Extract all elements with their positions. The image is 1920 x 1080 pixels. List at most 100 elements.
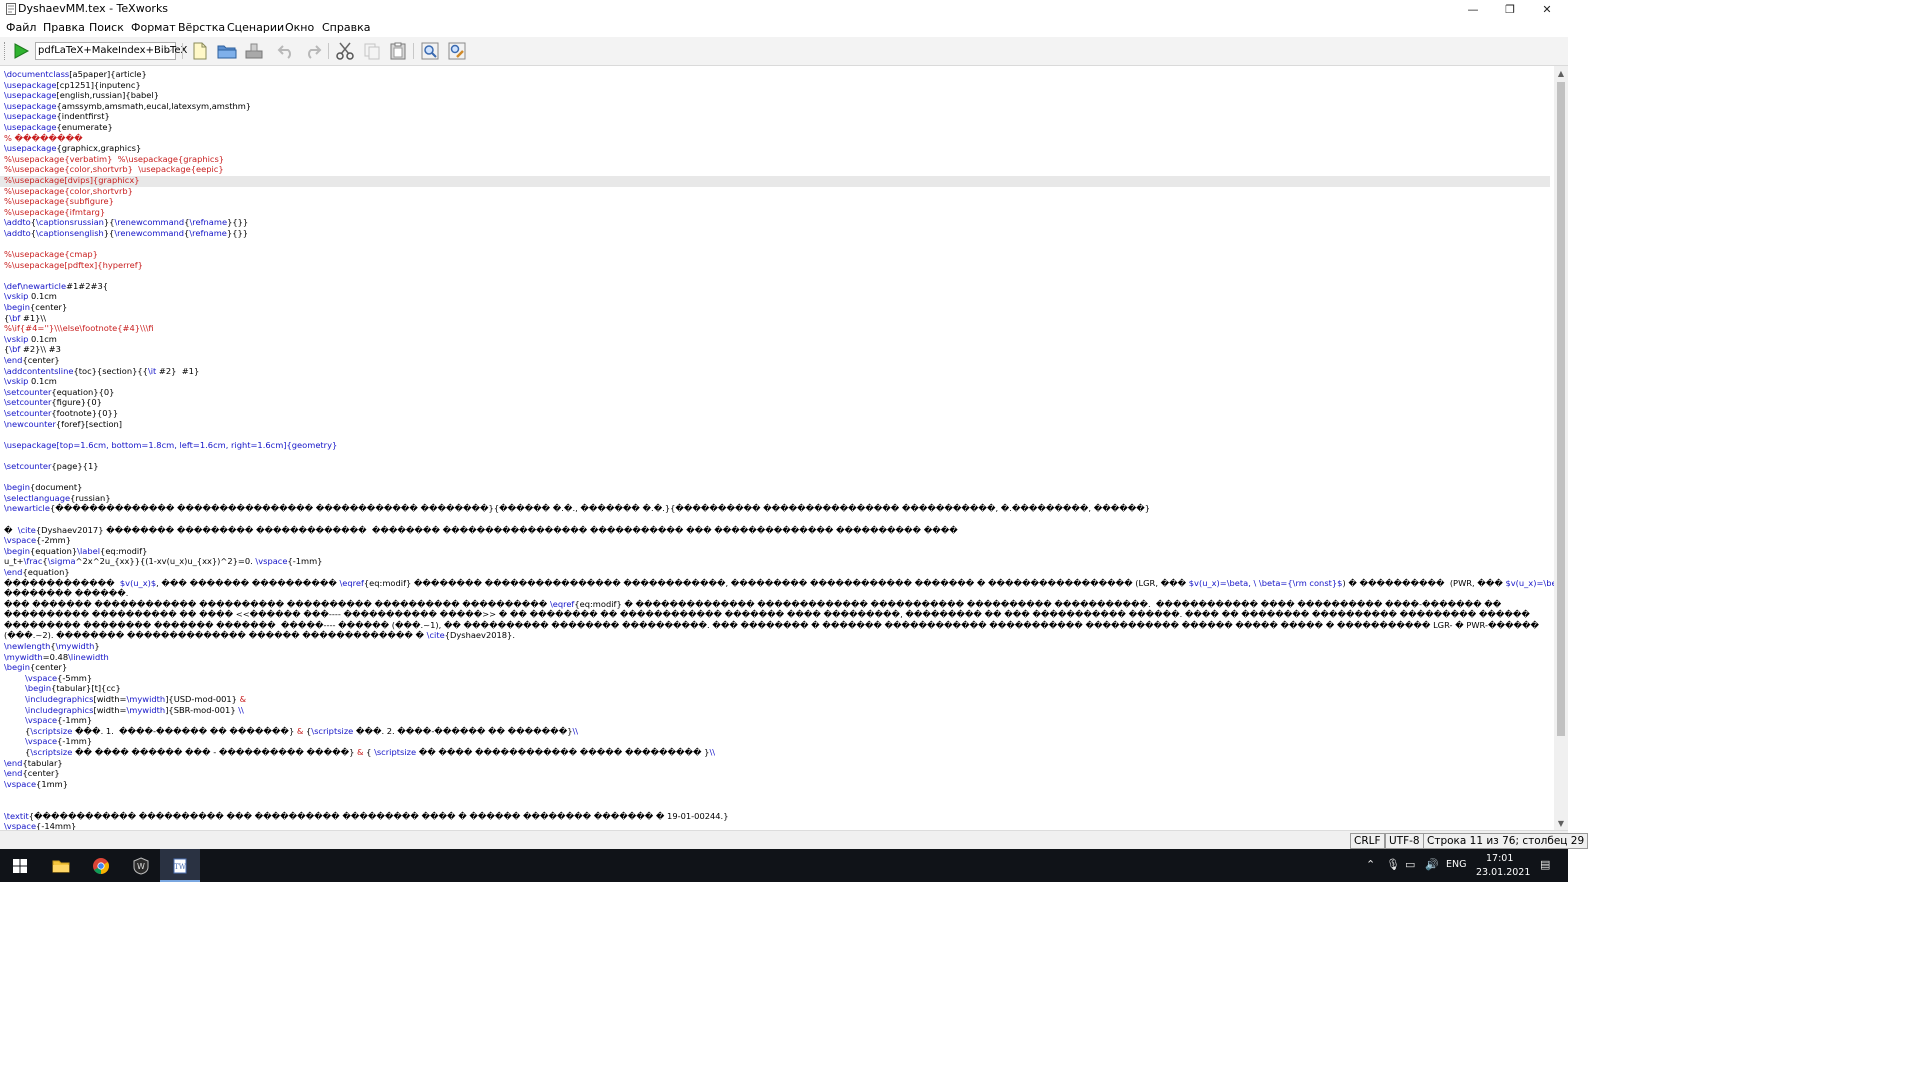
code-command: \label [77,545,101,556]
code-command: \\ [709,747,716,757]
code-line: \begin{center} [4,662,1554,673]
clock-date[interactable]: 23.01.2021 [1476,867,1530,878]
vertical-scrollbar[interactable]: ▲ ▼ [1554,66,1568,830]
code-line: {\scriptsize �� ���� ������ ��� - ������… [4,747,1554,758]
code-line: {\bf #2}\\ #3 [4,344,1554,355]
tray-overflow-icon[interactable]: ⌃ [1366,858,1375,871]
code-line: %\usepackage{verbatim} %\usepackage{grap… [4,154,1554,165]
replace-icon[interactable] [446,40,468,62]
scroll-down-icon[interactable]: ▼ [1554,816,1568,830]
notifications-icon[interactable]: ▤ [1540,858,1550,871]
typeset-play-icon[interactable] [10,40,32,62]
code-text: {-5mm} [57,672,93,683]
code-text: {document} [30,482,83,493]
code-line: \newcounter{foref}[section] [4,419,1554,430]
source-editor[interactable]: \documentclass[a5paper]{article} \usepack… [0,66,1554,830]
code-text: {figure}{0} [51,397,102,408]
menu-scripts[interactable]: Сценарии [227,21,284,34]
code-command: \captionsrussian [36,217,104,228]
code-command: \addcontentsline [4,365,74,376]
tanks-game-icon[interactable]: W [121,849,161,882]
code-text: {-1mm} [57,736,93,747]
code-line: \addcontentsline{toc}{section}{{\it #2} … [4,366,1554,377]
code-text: [width= [93,694,127,705]
code-command: $v(u_x)=\beta, \ \beta={\rm const}$ [1188,577,1343,588]
toolbar-separator [413,43,414,59]
code-text: {equation} [30,545,78,556]
code-text: ���������� ���������� �� ���� <<������ �… [4,609,1530,620]
clock-time[interactable]: 17:01 [1486,853,1513,864]
file-explorer-icon[interactable] [41,849,81,882]
code-text: {toc}{section}{{ [73,365,148,376]
paste-icon[interactable] [387,40,409,62]
code-line: \begin{document} [4,482,1554,493]
menu-help[interactable]: Справка [322,21,370,34]
code-command: \mywidth [126,704,166,715]
code-command: \mywidth [4,651,43,662]
code-text: {footnote}{0}} [51,408,119,418]
minimize-button[interactable]: — [1454,0,1492,19]
code-text: ������������� [4,577,120,588]
find-icon[interactable] [419,40,441,62]
menu-search[interactable]: Поиск [89,21,124,34]
code-command: \scriptsize [374,747,417,757]
code-line: %\if{#4=''}\\\else\footnote{#4}\\\fi [4,323,1554,334]
code-line: \vskip 0.1cm [4,376,1554,387]
redo-icon[interactable] [302,40,324,62]
code-command: \vspace [4,778,37,789]
start-icon[interactable] [0,849,40,882]
code-text: {������������ ���������� ��� ���������� … [28,810,729,821]
undo-icon[interactable] [275,40,297,62]
menu-edit[interactable]: Правка [43,21,85,34]
new-document-icon[interactable] [189,40,211,62]
encoding-indicator[interactable]: UTF-8 [1385,833,1424,849]
code-line: \end{equation} [4,567,1554,578]
volume-icon[interactable]: 🔊 [1425,858,1439,871]
toolbar-grip[interactable] [4,42,7,60]
code-text: �� ���� ������������ ����� ��������� } [416,747,710,757]
code-line: \end{center} [4,355,1554,366]
open-folder-icon[interactable] [216,40,238,62]
code-line: \usepackage{amssymb,amsmath,eucal,latexs… [4,101,1554,112]
code-line: \setcounter{footnote}{0}} [4,408,1554,419]
code-command: \scriptsize [30,725,73,736]
code-line: \vspace{-1mm} [4,736,1554,747]
cursor-position: Строка 11 из 76; столбец 29 [1423,833,1589,849]
texworks-icon[interactable]: TW [160,849,200,882]
save-icon[interactable] [243,40,265,62]
close-button[interactable]: ✕ [1528,0,1566,19]
chrome-icon[interactable] [81,849,121,882]
menu-window[interactable]: Окно [285,21,314,34]
code-line: \usepackage{graphicx,graphics} [4,143,1554,154]
code-comment: & [239,694,247,705]
code-text: ) � ���������� (PWR, ��� [1342,577,1506,588]
code-text: =0.48 [42,651,69,662]
code-text: [cp1251]{inputenc} [56,79,141,90]
microphone-icon[interactable]: 🎙 [1386,858,1400,871]
scroll-up-icon[interactable]: ▲ [1554,66,1568,80]
copy-icon[interactable] [361,40,383,62]
keyboard-language[interactable]: ENG [1446,859,1466,870]
menu-typeset[interactable]: Вёрстка [178,21,225,34]
engine-select[interactable]: pdfLaTeX+MakeIndex+BibTeX ⌵ [35,42,187,60]
code-comment: %\usepackage{verbatim} %\usepackage{grap… [4,153,225,164]
network-icon[interactable]: ▭ [1405,858,1415,871]
menu-file[interactable]: Файл [6,21,36,34]
code-line: ������������� $v(u_x)$, ��� ������� ����… [4,578,1554,589]
code-text: {1mm} [36,778,69,789]
code-text: [english,russian]{babel} [56,90,159,101]
code-line: \def\newarticle#1#2#3{ [4,281,1554,292]
code-command: \scriptsize [30,747,73,757]
code-command: \mywidth [55,641,95,652]
code-command: \vskip [4,291,29,302]
line-ending-indicator[interactable]: CRLF [1350,833,1385,849]
code-text: #2} #1} [156,365,200,376]
menu-format[interactable]: Формат [131,21,176,34]
code-command: $v(u_x)=\beta/u_x$ [1505,577,1554,588]
code-command: \setcounter [4,408,52,418]
maximize-button[interactable]: ❐ [1491,0,1529,19]
cut-icon[interactable] [334,40,356,62]
scrollbar-thumb[interactable] [1557,82,1565,736]
